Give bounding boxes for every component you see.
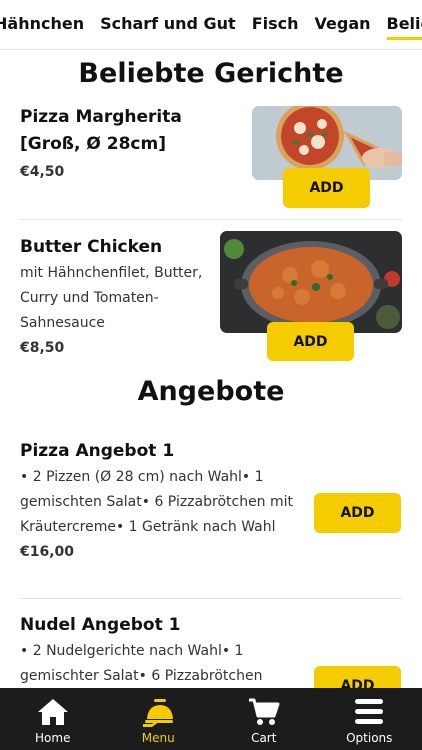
nav-label: Menu — [141, 731, 175, 745]
item-description: • 2 Nudelgerichte nach Wahl• 1 gemischte… — [20, 643, 263, 684]
tab-haehnchen[interactable]: Hähnchen — [0, 14, 84, 40]
nav-label: Home — [35, 731, 71, 745]
nav-label: Cart — [251, 731, 277, 745]
nav-label: Options — [346, 731, 393, 745]
item-name: Pizza Angebot 1 — [20, 441, 175, 461]
menu-icon — [141, 696, 175, 728]
item-price: €8,50 — [20, 340, 65, 356]
bottom-nav: Home Menu Cart Options — [0, 688, 422, 750]
item-price: €4,50 — [20, 164, 65, 180]
nav-options[interactable]: Options — [317, 688, 422, 750]
options-icon — [352, 696, 386, 728]
nav-menu[interactable]: Menu — [106, 688, 212, 750]
add-button[interactable]: ADD — [314, 666, 401, 688]
section-title-offers: Angebote — [137, 376, 285, 407]
cart-icon — [247, 696, 281, 728]
section-title-popular: Beliebte Gerichte — [78, 58, 344, 89]
item-description: mit Hähnchenfilet, Butter, Curry und Tom… — [20, 265, 203, 331]
item-name: Pizza Margherita [Groß, Ø 28cm] — [20, 107, 182, 154]
divider — [20, 219, 402, 220]
add-button[interactable]: ADD — [314, 493, 401, 533]
tab-beliebt[interactable]: Beliebt — [386, 14, 422, 40]
item-price: €16,00 — [20, 544, 75, 560]
butter-chicken-image — [220, 231, 402, 333]
divider — [20, 598, 402, 599]
home-icon — [36, 696, 70, 728]
nav-cart[interactable]: Cart — [211, 688, 317, 750]
tab-vegan[interactable]: Vegan — [315, 14, 371, 40]
nav-home[interactable]: Home — [0, 688, 106, 750]
add-button[interactable]: ADD — [267, 322, 354, 361]
item-name: Nudel Angebot 1 — [20, 615, 181, 635]
tab-scharf-und-gut[interactable]: Scharf und Gut — [100, 14, 236, 40]
category-tabs: Hähnchen Scharf und Gut Fisch Vegan Beli… — [0, 0, 422, 50]
tab-fisch[interactable]: Fisch — [252, 14, 299, 40]
add-button[interactable]: ADD — [283, 168, 370, 208]
item-name: Butter Chicken — [20, 237, 163, 257]
menu-content: Beliebte Gerichte Pizza Margherita [Groß… — [0, 50, 422, 688]
item-description: • 2 Pizzen (Ø 28 cm) nach Wahl• 1 gemisc… — [20, 469, 294, 535]
